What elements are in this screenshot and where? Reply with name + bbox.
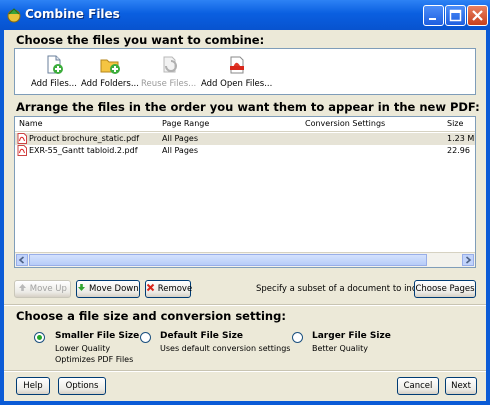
arrow-down-icon xyxy=(78,284,86,291)
subset-instruction: Specify a subset of a document to includ… xyxy=(256,284,438,294)
remove-label: Remove xyxy=(157,284,193,294)
file-page-range: All Pages xyxy=(162,134,198,143)
next-button[interactable]: Next xyxy=(445,377,477,395)
help-button[interactable]: Help xyxy=(16,377,50,395)
reuse-files-button[interactable]: Reuse Files... xyxy=(141,55,196,89)
arrange-heading: Arrange the files in the order you want … xyxy=(16,100,480,114)
cancel-button[interactable]: Cancel xyxy=(397,377,439,395)
add-folder-icon xyxy=(100,59,120,74)
minimize-icon xyxy=(429,18,436,20)
file-list-header: Name Page Range Conversion Settings Size xyxy=(15,117,475,132)
scroll-right-arrow[interactable] xyxy=(462,254,474,266)
scroll-right-icon xyxy=(465,256,472,264)
separator xyxy=(4,370,486,372)
add-files-label: Add Files... xyxy=(31,79,77,89)
add-open-files-icon xyxy=(229,56,244,74)
smaller-file-size-line-1: Lower Quality xyxy=(55,344,111,353)
move-down-label: Move Down xyxy=(89,284,139,294)
close-icon xyxy=(472,10,483,21)
scroll-thumb[interactable] xyxy=(29,254,427,266)
remove-button[interactable]: Remove xyxy=(145,280,193,298)
larger-file-size-label[interactable]: Larger File Size xyxy=(312,331,391,341)
move-up-button[interactable]: Move Up xyxy=(14,280,71,298)
file-row[interactable]: EXR-55_Gantt tabloid.2.pdf All Pages 22.… xyxy=(15,145,475,157)
scroll-left-arrow[interactable] xyxy=(16,254,28,266)
maximize-button[interactable] xyxy=(445,5,466,26)
add-folders-label: Add Folders... xyxy=(81,79,139,89)
options-button[interactable]: Options xyxy=(58,377,106,395)
pdf-file-icon xyxy=(17,133,27,144)
add-open-files-button[interactable]: Add Open Files... xyxy=(201,55,272,89)
dialog-body: Choose the files you want to combine: Ad… xyxy=(4,30,486,401)
file-name: Product brochure_static.pdf xyxy=(29,134,140,143)
smaller-file-size-line-2: Optimizes PDF Files xyxy=(55,355,134,364)
default-file-size-line-1: Uses default conversion settings xyxy=(160,344,291,353)
file-row[interactable]: Product brochure_static.pdf All Pages 1.… xyxy=(15,133,475,145)
next-label: Next xyxy=(451,381,471,391)
conversion-heading: Choose a file size and conversion settin… xyxy=(16,309,286,323)
column-conversion-settings[interactable]: Conversion Settings xyxy=(305,119,385,128)
column-size[interactable]: Size xyxy=(447,119,463,128)
cancel-label: Cancel xyxy=(403,381,433,391)
remove-x-icon xyxy=(146,283,155,292)
column-name[interactable]: Name xyxy=(19,119,43,128)
close-button[interactable] xyxy=(467,5,488,26)
smaller-file-size-radio[interactable] xyxy=(34,332,45,343)
choose-pages-button[interactable]: Choose Pages xyxy=(414,280,476,298)
file-page-range: All Pages xyxy=(162,146,198,155)
move-down-button[interactable]: Move Down xyxy=(76,280,140,298)
pdf-file-icon xyxy=(17,145,27,156)
window-title: Combine Files xyxy=(25,7,120,21)
file-size: 1.23 M xyxy=(447,134,475,143)
choose-files-heading: Choose the files you want to combine: xyxy=(16,33,265,47)
options-label: Options xyxy=(65,381,99,391)
add-toolbar: Add Files... Add Folders... Reuse Files.… xyxy=(14,48,476,95)
default-file-size-label[interactable]: Default File Size xyxy=(160,331,243,341)
reuse-files-label: Reuse Files... xyxy=(141,79,197,89)
separator xyxy=(4,304,486,306)
file-list[interactable]: Name Page Range Conversion Settings Size… xyxy=(14,116,476,268)
scroll-left-icon xyxy=(18,256,25,264)
add-folders-button[interactable]: Add Folders... xyxy=(81,55,139,89)
combine-files-window: Combine Files Choose the files you want … xyxy=(0,0,490,405)
file-name: EXR-55_Gantt tabloid.2.pdf xyxy=(29,146,138,155)
add-files-button[interactable]: Add Files... xyxy=(31,55,77,89)
larger-file-size-radio[interactable] xyxy=(292,332,303,343)
combine-files-icon xyxy=(7,8,21,23)
title-bar[interactable]: Combine Files xyxy=(0,0,490,30)
arrow-up-icon xyxy=(19,284,27,291)
maximize-icon xyxy=(449,9,462,22)
column-page-range[interactable]: Page Range xyxy=(162,119,209,128)
file-size: 22.96 xyxy=(447,146,470,155)
reuse-files-icon xyxy=(163,56,177,73)
move-up-label: Move Up xyxy=(29,284,67,294)
default-file-size-radio[interactable] xyxy=(140,332,151,343)
help-label: Help xyxy=(23,381,43,391)
minimize-button[interactable] xyxy=(423,5,444,26)
smaller-file-size-label[interactable]: Smaller File Size xyxy=(55,331,139,341)
horizontal-scrollbar[interactable] xyxy=(15,252,475,267)
add-open-files-label: Add Open Files... xyxy=(201,79,273,89)
larger-file-size-line-1: Better Quality xyxy=(312,344,369,353)
add-file-icon xyxy=(47,55,63,74)
choose-pages-label: Choose Pages xyxy=(415,284,475,294)
